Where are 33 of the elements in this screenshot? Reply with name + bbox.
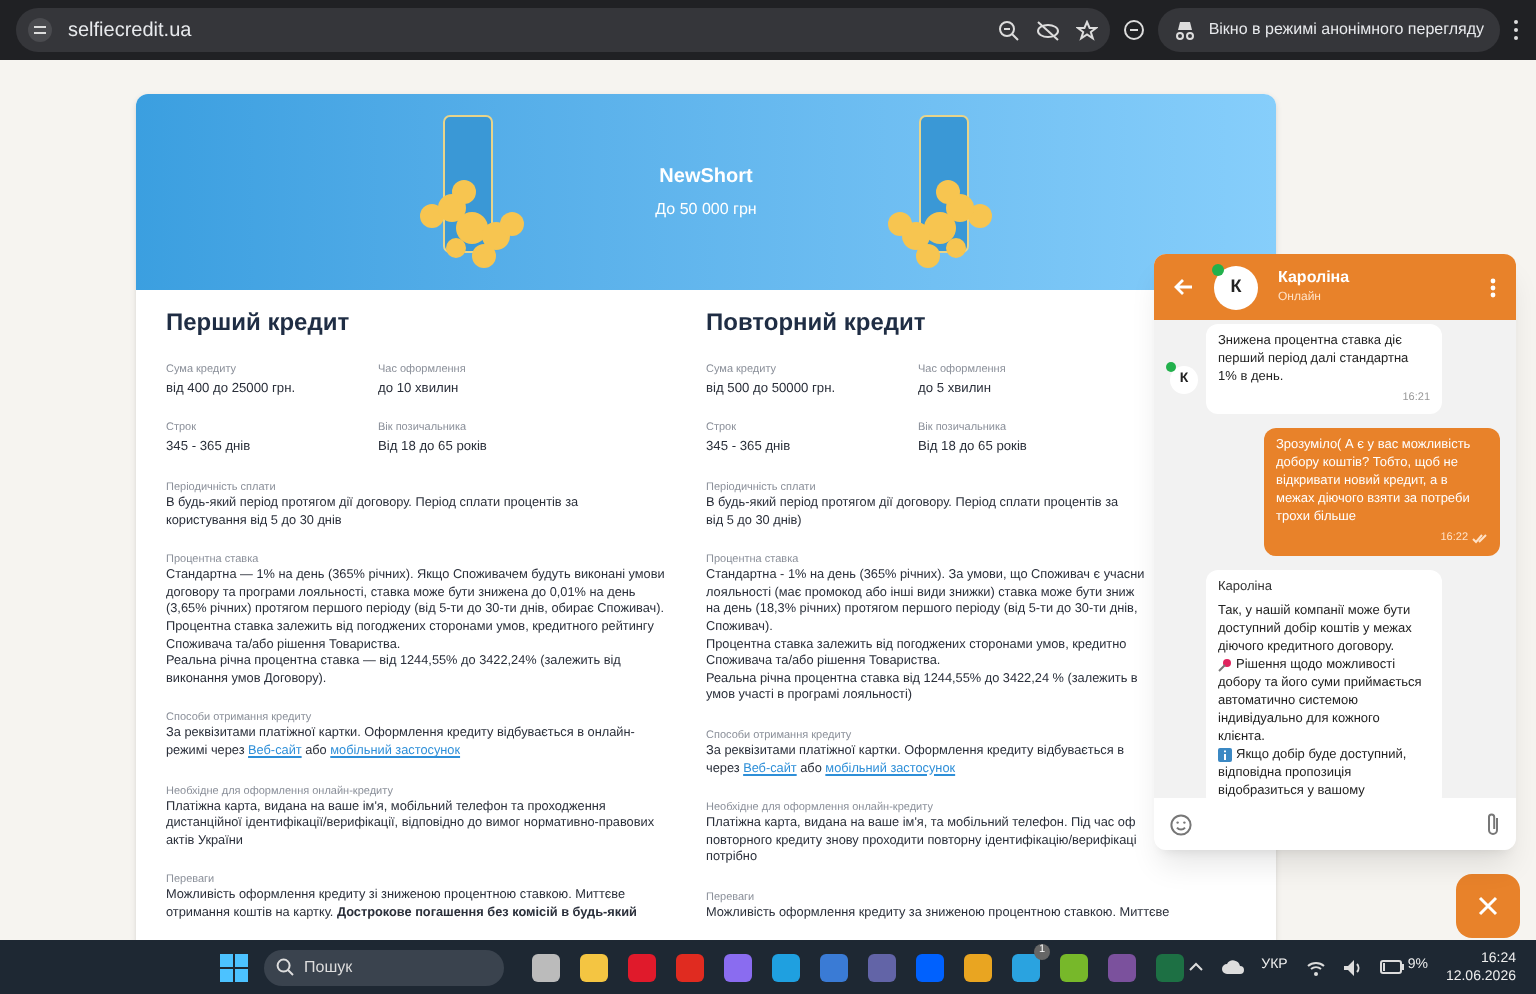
star-icon[interactable] <box>1076 19 1099 41</box>
search-placeholder: Пошук <box>304 955 353 979</box>
product-title: NewShort <box>659 164 753 192</box>
close-chat-button[interactable] <box>1456 874 1520 938</box>
info-icon <box>1218 748 1232 763</box>
agent-avatar: К <box>1214 265 1258 309</box>
battery-icon[interactable] <box>1379 960 1404 974</box>
close-icon <box>1478 896 1498 916</box>
url-text: selfiecredit.ua <box>68 17 194 45</box>
agent-name: Кароліна <box>1278 266 1352 290</box>
start-icon[interactable] <box>220 953 248 981</box>
speaker-icon[interactable] <box>1343 959 1362 975</box>
message-input-field[interactable] <box>1154 798 1516 850</box>
section-title: Перший кредит <box>166 308 350 336</box>
site-settings-icon[interactable] <box>28 18 52 42</box>
back-arrow-icon[interactable] <box>1174 278 1194 296</box>
taskbar-search-field[interactable]: Пошук <box>264 949 504 985</box>
chevron-up-icon[interactable] <box>1187 962 1204 972</box>
attachment-icon[interactable] <box>1486 812 1500 836</box>
wifi-icon[interactable] <box>1305 959 1326 975</box>
incognito-label: Вікно в режимі анонімного перегляду <box>1208 18 1484 42</box>
zoom-out-icon[interactable] <box>998 19 1021 41</box>
incognito-chip[interactable]: Вікно в режимі анонімного перегляду <box>1158 8 1500 52</box>
section-title: Повторний кредит <box>706 308 926 336</box>
more-icon[interactable] <box>1512 18 1520 42</box>
incognito-icon <box>1174 20 1197 40</box>
eye-crossed-icon[interactable] <box>1036 19 1061 41</box>
pin-icon <box>1218 658 1232 673</box>
product-limit: До 50 000 грн <box>655 198 757 222</box>
search-icon <box>276 958 294 976</box>
address-bar[interactable]: selfiecredit.ua <box>16 8 1111 52</box>
cloud-icon[interactable] <box>1221 960 1244 974</box>
emoji-icon[interactable] <box>1170 813 1192 835</box>
